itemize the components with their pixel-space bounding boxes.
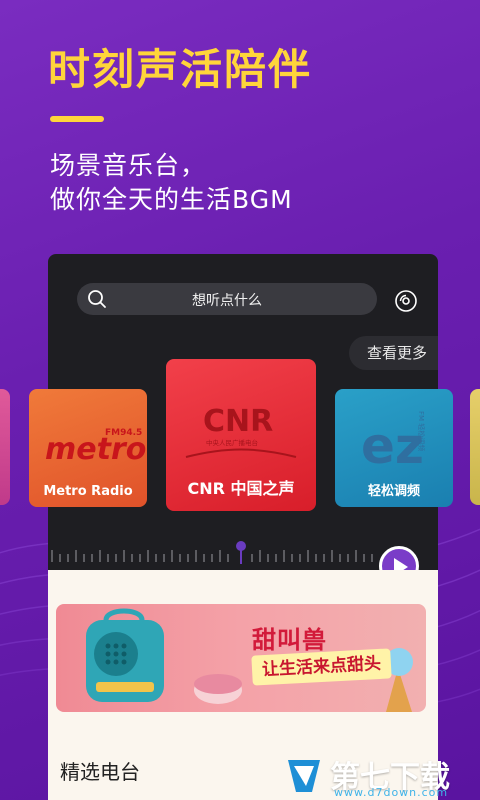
station-name-cnr: CNR 中国之声	[187, 479, 295, 498]
search-placeholder: 想听点什么	[192, 293, 262, 309]
cnr-logo-text: CNR	[203, 404, 273, 439]
watermark-url: www.d7down.com	[334, 786, 449, 799]
easy-fm-side-text: FM 轻松调频	[417, 411, 426, 451]
promo-headline: 时刻声活陪伴	[48, 45, 313, 94]
station-card-cnr[interactable]: CNR 中央人民广播电台 CNR 中国之声	[166, 359, 316, 511]
station-card-easy-fm[interactable]: ez FM 轻松调频 轻松调频	[335, 389, 453, 507]
promo-subline-2: 做你全天的生活BGM	[50, 185, 293, 214]
watermark-logo-icon	[288, 760, 320, 792]
music-disc-icon[interactable]	[394, 289, 418, 313]
app-screen: 想听点什么 查看更多 甜叫兽 让生活来点甜头 精选电台	[48, 254, 438, 800]
metro-radio-logo: metro FM94.5	[45, 428, 146, 467]
metro-frequency-badge: FM94.5	[105, 428, 142, 438]
site-watermark: 第七下载站 www.d7down.com	[282, 748, 478, 800]
search-bar[interactable]: 想听点什么	[77, 283, 377, 315]
easy-fm-logo: ez FM 轻松调频	[361, 411, 426, 475]
easy-fm-logo-text: ez	[361, 417, 424, 475]
cnr-logo-subtitle: 中央人民广播电台	[206, 438, 258, 447]
section-title: 精选电台	[60, 760, 140, 784]
station-card-metro-radio[interactable]: metro FM94.5 Metro Radio	[29, 389, 147, 507]
promo-subline-1: 场景音乐台，	[50, 151, 207, 180]
view-more-button[interactable]: 查看更多	[349, 336, 438, 370]
station-card-prev-partial[interactable]	[0, 389, 10, 505]
station-name-easy-fm: 轻松调频	[367, 484, 420, 499]
headline-accent-bar	[50, 116, 104, 122]
station-card-next-partial[interactable]	[470, 389, 480, 505]
banner-title: 甜叫兽	[252, 626, 327, 654]
cnr-logo: CNR 中央人民广播电台	[185, 404, 297, 458]
station-name-metro: Metro Radio	[43, 484, 133, 499]
promo-banner[interactable]: 甜叫兽 让生活来点甜头	[56, 604, 426, 712]
